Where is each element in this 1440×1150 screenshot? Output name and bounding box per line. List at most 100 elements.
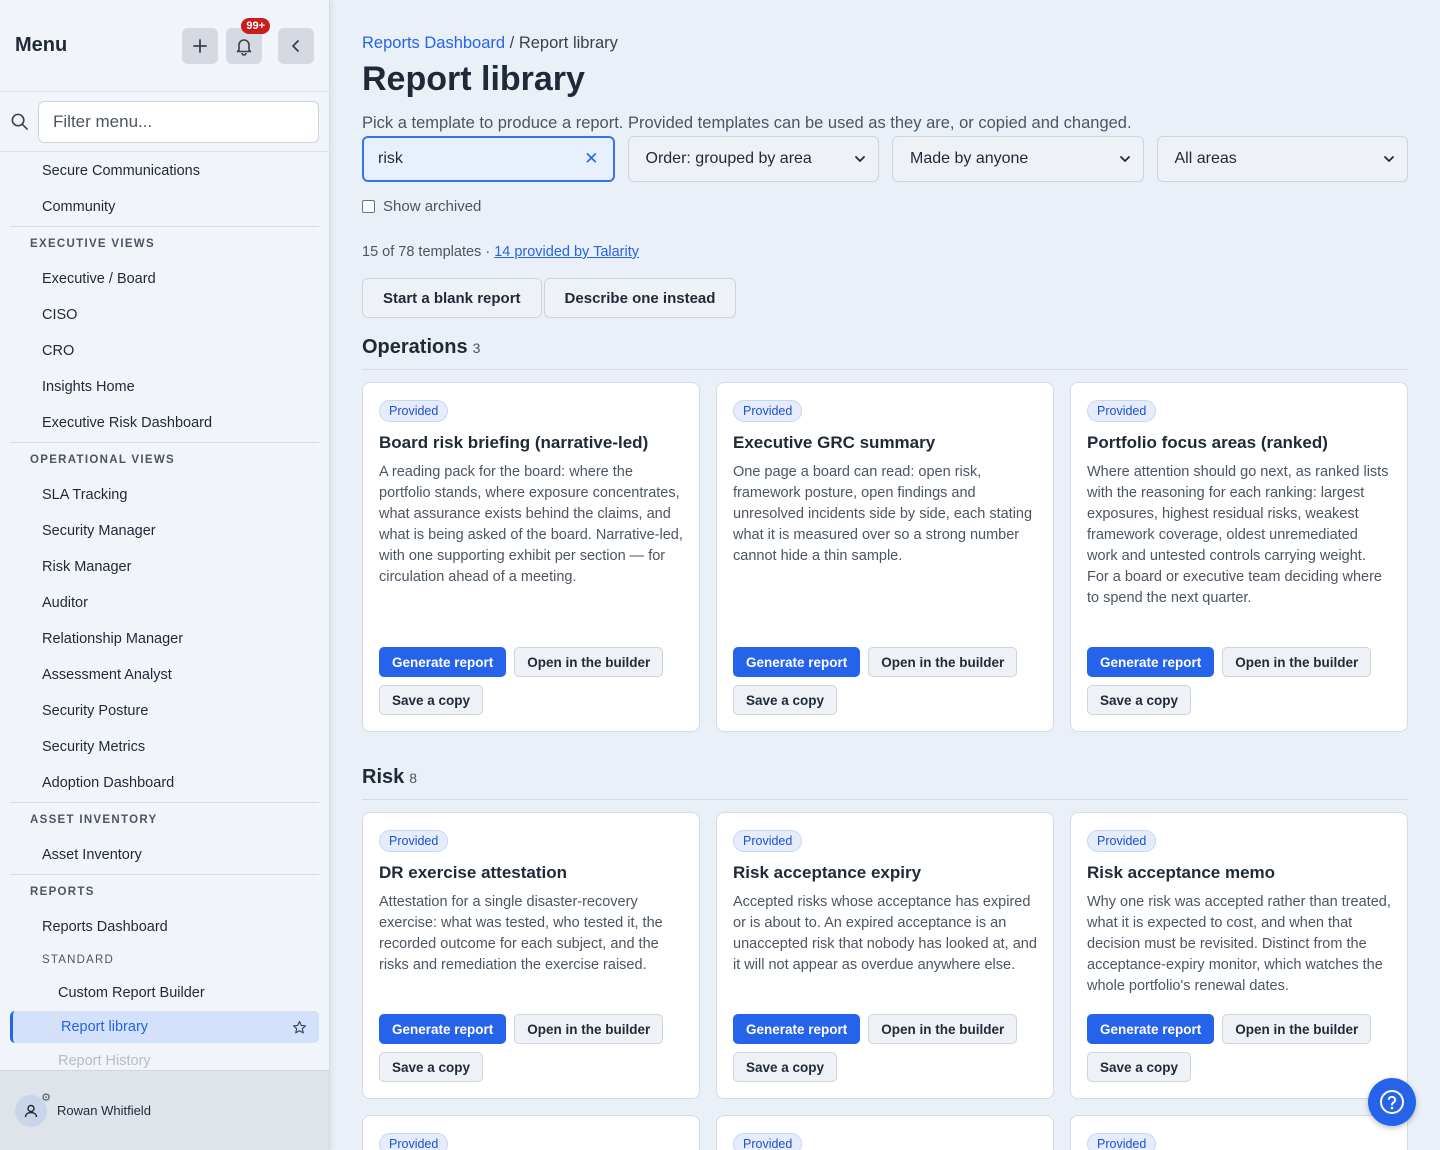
sidebar-item-relationship-manager[interactable]: Relationship Manager: [0, 621, 329, 657]
sidebar-item-report-history[interactable]: Report History: [0, 1043, 329, 1072]
card-title: Executive GRC summary: [733, 433, 936, 452]
sidebar-item-asset-inventory[interactable]: Asset Inventory: [0, 837, 329, 873]
sidebar-nav: Secure Communications Community EXECUTIV…: [0, 153, 329, 1072]
user-icon: [24, 1104, 38, 1117]
save-copy-button[interactable]: Save a copy: [1087, 685, 1192, 715]
filter-menu-input[interactable]: [38, 100, 319, 143]
sidebar-item-community[interactable]: Community: [0, 189, 329, 225]
collapse-sidebar-button[interactable]: [278, 27, 314, 64]
card-actions: Generate report Open in the builder Save…: [733, 1014, 1043, 1082]
sidebar-item-security-manager[interactable]: Security Manager: [0, 513, 329, 549]
describe-report-button[interactable]: Describe one instead: [543, 278, 737, 318]
open-in-builder-button[interactable]: Open in the builder: [514, 647, 664, 677]
order-select-value: Order: grouped by area: [645, 150, 812, 167]
sidebar-item-executive-risk-dashboard[interactable]: Executive Risk Dashboard: [0, 405, 329, 441]
sidebar-item-cro[interactable]: CRO: [0, 333, 329, 369]
group-name: Operations: [362, 336, 468, 358]
card-description: Attestation for a single disaster-recove…: [379, 894, 663, 973]
plus-icon: [193, 38, 207, 53]
user-footer[interactable]: ⚙ Rowan Whitfield: [0, 1070, 329, 1150]
chevron-down-icon: [855, 156, 865, 162]
card-row-risk: Provided DR exercise attestation Attesta…: [362, 812, 1408, 1099]
save-copy-button[interactable]: Save a copy: [733, 1052, 838, 1082]
save-copy-button[interactable]: Save a copy: [379, 1052, 484, 1082]
menu-filter: [0, 92, 329, 152]
breadcrumb: Reports Dashboard / Report library: [362, 34, 618, 53]
gear-icon: ⚙: [41, 1091, 51, 1104]
generate-report-button[interactable]: Generate report: [733, 1014, 861, 1044]
show-archived-toggle[interactable]: Show archived: [362, 198, 481, 215]
template-search-input[interactable]: risk ✕: [362, 136, 615, 182]
card-title: Portfolio focus areas (ranked): [1087, 433, 1328, 452]
clear-icon[interactable]: ✕: [584, 149, 598, 169]
start-blank-report-button[interactable]: Start a blank report: [362, 278, 542, 318]
sidebar-item-auditor[interactable]: Auditor: [0, 585, 329, 621]
card-actions: Generate report Open in the builder Save…: [379, 647, 689, 715]
chevron-left-icon: [292, 39, 299, 52]
avatar: ⚙: [15, 1092, 51, 1127]
group-count: 3: [472, 340, 481, 356]
area-select[interactable]: All areas: [1156, 136, 1408, 182]
sidebar-item-assessment-analyst[interactable]: Assessment Analyst: [0, 657, 329, 693]
template-card: Provided Executive GRC summary One page …: [716, 382, 1054, 732]
generate-report-button[interactable]: Generate report: [379, 647, 507, 677]
sidebar-item-reports-dashboard[interactable]: Reports Dashboard: [0, 909, 329, 945]
card-title: Board risk briefing (narrative-led): [379, 433, 649, 452]
chevron-down-icon: [1384, 156, 1394, 162]
template-card: Provided: [716, 1115, 1054, 1150]
generate-report-button[interactable]: Generate report: [1087, 1014, 1215, 1044]
page-title: Report library: [362, 60, 585, 98]
card-description: Accepted risks whose acceptance has expi…: [733, 894, 1037, 973]
sidebar-item-risk-manager[interactable]: Risk Manager: [0, 549, 329, 585]
generate-report-button[interactable]: Generate report: [733, 647, 861, 677]
generate-report-button[interactable]: Generate report: [379, 1014, 507, 1044]
provided-badge: Provided: [379, 830, 449, 852]
breadcrumb-link-reports-dashboard[interactable]: Reports Dashboard: [362, 34, 505, 52]
card-title: DR exercise attestation: [379, 863, 568, 882]
card-title: Risk acceptance memo: [1087, 863, 1276, 882]
bell-icon: [236, 38, 252, 56]
author-select[interactable]: Made by anyone: [892, 136, 1144, 182]
breadcrumb-separator: /: [505, 34, 519, 52]
provided-badge: Provided: [1087, 1133, 1157, 1150]
save-copy-button[interactable]: Save a copy: [733, 685, 838, 715]
open-in-builder-button[interactable]: Open in the builder: [868, 647, 1018, 677]
card-description: One page a board can read: open risk, fr…: [733, 464, 1033, 564]
provided-templates-link[interactable]: 14 provided by Talarity: [494, 244, 639, 260]
add-button[interactable]: [182, 27, 218, 64]
show-archived-checkbox[interactable]: [362, 200, 375, 213]
save-copy-button[interactable]: Save a copy: [379, 685, 484, 715]
notifications-button[interactable]: 99+: [226, 17, 270, 64]
show-archived-label: Show archived: [383, 198, 482, 215]
open-in-builder-button[interactable]: Open in the builder: [514, 1014, 664, 1044]
card-actions: Generate report Open in the builder Save…: [1087, 647, 1397, 715]
sidebar-item-custom-report-builder[interactable]: Custom Report Builder: [0, 975, 329, 1011]
section-operational-views: OPERATIONAL VIEWS: [30, 454, 175, 466]
save-copy-button[interactable]: Save a copy: [1087, 1052, 1192, 1082]
sidebar-header: Menu 99+: [0, 0, 329, 92]
sidebar-item-executive-board[interactable]: Executive / Board: [0, 261, 329, 297]
sidebar-item-ciso[interactable]: CISO: [0, 297, 329, 333]
order-select[interactable]: Order: grouped by area: [627, 136, 879, 182]
sidebar-item-security-posture[interactable]: Security Posture: [0, 693, 329, 729]
sidebar-item-adoption-dashboard[interactable]: Adoption Dashboard: [0, 765, 329, 801]
open-in-builder-button[interactable]: Open in the builder: [868, 1014, 1018, 1044]
sidebar-item-insights-home[interactable]: Insights Home: [0, 369, 329, 405]
sidebar-item-report-library[interactable]: Report library: [10, 1011, 319, 1043]
card-row-operations: Provided Board risk briefing (narrative-…: [362, 382, 1408, 732]
chevron-down-icon: [1119, 156, 1130, 162]
group-divider: [362, 369, 1408, 370]
open-in-builder-button[interactable]: Open in the builder: [1222, 647, 1372, 677]
sidebar-item-security-metrics[interactable]: Security Metrics: [0, 729, 329, 765]
sidebar-item-sla-tracking[interactable]: SLA Tracking: [0, 477, 329, 513]
group-divider: [362, 799, 1408, 800]
open-in-builder-button[interactable]: Open in the builder: [1222, 1014, 1372, 1044]
sidebar-item-secure-communications[interactable]: Secure Communications: [0, 153, 329, 189]
group-count: 8: [409, 770, 418, 786]
sidebar: Menu 99+ Secure Communications Community…: [0, 0, 330, 1150]
generate-report-button[interactable]: Generate report: [1087, 647, 1215, 677]
section-reports: REPORTS: [30, 886, 95, 898]
help-button[interactable]: [1368, 1078, 1416, 1126]
group-name: Risk: [362, 766, 405, 788]
star-icon[interactable]: [292, 1020, 307, 1035]
